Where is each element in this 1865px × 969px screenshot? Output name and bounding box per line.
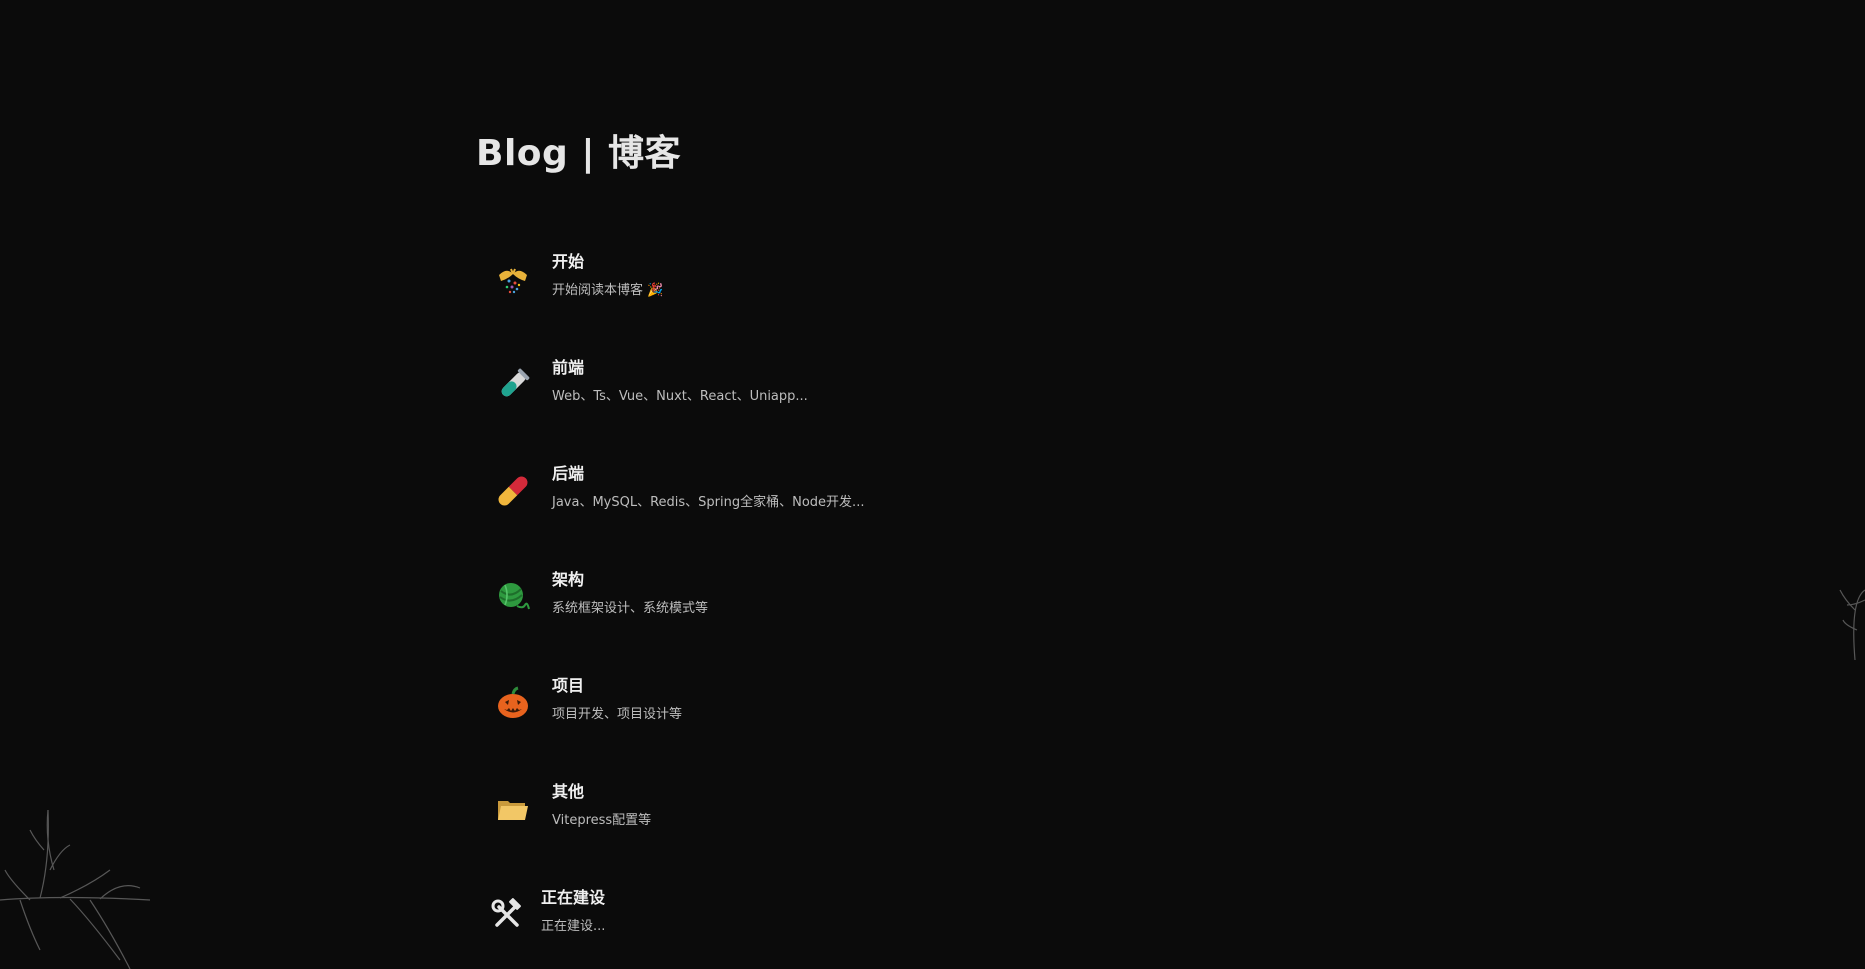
item-title: 前端 — [552, 358, 585, 377]
item-text: 正在建设 正在建设... — [541, 888, 605, 936]
branch-decoration-right — [1839, 589, 1865, 661]
jack-o-lantern-icon — [494, 684, 532, 722]
item-text: 架构 系统框架设计、系统模式等 — [552, 570, 708, 618]
item-title: 其他 — [552, 782, 585, 801]
item-title: 开始 — [552, 252, 585, 271]
item-title: 后端 — [552, 464, 585, 483]
list-item-architecture[interactable]: 架构 系统框架设计、系统模式等 — [490, 558, 1210, 664]
party-popper-icon — [494, 260, 532, 298]
item-desc: 项目开发、项目设计等 — [552, 707, 683, 722]
item-desc: Java、MySQL、Redis、Spring全家桶、Node开发... — [552, 495, 865, 510]
list-item-under-construction[interactable]: 正在建设 正在建设... — [490, 876, 1210, 969]
item-desc: 系统框架设计、系统模式等 — [552, 601, 709, 616]
item-desc: 开始阅读本博客 🎉 — [552, 283, 664, 298]
list-item-others[interactable]: 其他 Vitepress配置等 — [490, 770, 1210, 876]
list-item-projects[interactable]: 项目 项目开发、项目设计等 — [490, 664, 1210, 770]
item-desc: 正在建设... — [541, 919, 606, 934]
list-item-frontend[interactable]: 前端 Web、Ts、Vue、Nuxt、React、Uniapp... — [490, 346, 1210, 452]
item-text: 前端 Web、Ts、Vue、Nuxt、React、Uniapp... — [552, 358, 808, 406]
item-text: 后端 Java、MySQL、Redis、Spring全家桶、Node开发... — [552, 464, 864, 512]
item-text: 项目 项目开发、项目设计等 — [552, 676, 682, 724]
branch-decoration-left — [0, 809, 151, 969]
item-text: 其他 Vitepress配置等 — [552, 782, 651, 830]
blog-page: Blog | 博客 开始 开始阅读本博客 🎉 前端 Web、Ts、Vue、Nux… — [0, 0, 1865, 969]
item-text: 开始 开始阅读本博客 🎉 — [552, 252, 663, 300]
list-item-backend[interactable]: 后端 Java、MySQL、Redis、Spring全家桶、Node开发... — [490, 452, 1210, 558]
item-title: 项目 — [552, 676, 585, 695]
item-desc: Vitepress配置等 — [552, 813, 652, 828]
item-title: 架构 — [552, 570, 585, 589]
hammer-and-wrench-icon — [488, 896, 526, 934]
pill-icon — [494, 472, 532, 510]
item-desc: Web、Ts、Vue、Nuxt、React、Uniapp... — [552, 389, 808, 404]
item-title: 正在建设 — [541, 888, 606, 907]
test-tube-icon — [494, 366, 532, 404]
folder-icon — [494, 790, 532, 828]
yarn-icon — [494, 578, 532, 616]
page-title: Blog | 博客 — [476, 133, 681, 174]
list-item-start[interactable]: 开始 开始阅读本博客 🎉 — [490, 240, 1210, 346]
category-list: 开始 开始阅读本博客 🎉 前端 Web、Ts、Vue、Nuxt、React、Un… — [490, 240, 1210, 969]
